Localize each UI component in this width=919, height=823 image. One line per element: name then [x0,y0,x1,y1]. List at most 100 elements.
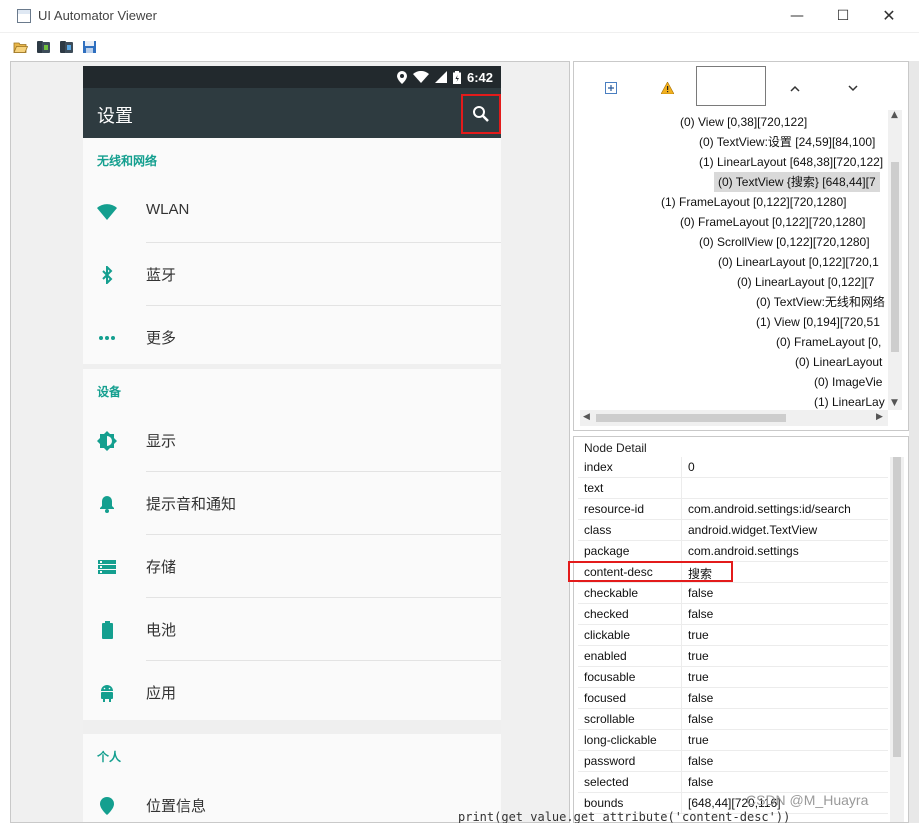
table-row[interactable]: checked false [578,604,888,625]
property-key: package [584,544,630,558]
table-row[interactable]: index 0 [578,457,888,478]
table-row[interactable]: enabled true [578,646,888,667]
settings-item-storage[interactable]: 存储 [83,535,501,598]
item-label: 更多 [146,330,177,347]
tree-vertical-scrollbar[interactable]: ▲ ▼ [888,110,902,410]
tree-node[interactable]: (0) FrameLayout [0,122][720,1280] [680,212,865,232]
tree-node[interactable]: (0) View [0,38][720,122] [680,112,807,132]
property-value: false [688,607,714,621]
settings-item-more[interactable]: 更多 [83,306,501,369]
item-label: 位置信息 [146,798,207,815]
tree-node[interactable]: (0) ImageVie [814,372,882,392]
toggle-nafs-button[interactable] [652,78,682,98]
storage-icon [98,560,116,574]
chevron-up-icon [790,85,800,92]
table-row[interactable]: selected false [578,772,888,793]
hierarchy-tree[interactable]: (0) View [0,38][720,122] (0) TextView:设置… [580,110,890,410]
item-label: 电池 [146,622,177,639]
property-value: true [688,628,709,642]
property-value: com.android.settings:id/search [688,502,851,516]
tree-node[interactable]: (0) FrameLayout [0, [776,332,881,352]
device-screenshot-compressed-icon[interactable] [59,40,74,54]
section-title: 个人 [97,750,122,764]
tree-node[interactable]: (0) LinearLayout [0,122][720,1 [718,252,879,272]
hierarchy-panel: (0) View [0,38][720,122] (0) TextView:设置… [573,61,909,431]
settings-item-apps[interactable]: 应用 [83,661,501,724]
next-match-button[interactable] [838,78,868,98]
bell-icon [100,496,114,513]
device-screenshot-icon[interactable] [36,40,51,54]
table-row[interactable]: long-clickable true [578,730,888,751]
battery-icon [101,621,113,639]
section-wireless: 无线和网络 WLAN 蓝牙 更多 [83,138,501,364]
table-row[interactable]: clickable true [578,625,888,646]
previous-match-button[interactable] [780,78,810,98]
tree-node[interactable]: (1) LinearLay [814,392,885,410]
settings-item-bluetooth[interactable]: 蓝牙 [83,243,501,306]
section-title: 设备 [97,385,122,399]
location-icon [100,797,114,815]
property-key: clickable [584,628,631,642]
tree-node[interactable]: (1) View [0,194][720,51 [756,312,880,332]
content-desc-highlight [568,561,733,582]
signal-status-icon [434,71,447,83]
tree-node[interactable]: (0) TextView:设置 [24,59][84,100] [699,132,875,152]
save-icon[interactable] [82,40,97,54]
node-detail-title: Node Detail [584,441,647,455]
table-row[interactable]: resource-id com.android.settings:id/searc… [578,499,888,520]
table-row[interactable]: package com.android.settings [578,541,888,562]
status-bar: 6:42 [83,66,501,88]
property-key: focused [584,691,627,705]
maximize-button[interactable]: ☐ [820,4,866,28]
item-label: WLAN [146,201,190,218]
property-key: index [584,460,613,474]
open-folder-icon[interactable] [13,40,28,54]
table-row[interactable]: focusable true [578,667,888,688]
tree-node[interactable]: (0) TextView:无线和网络 [756,292,885,312]
android-icon [101,685,113,702]
tree-node[interactable]: (0) ScrollView [0,122][720,1280] [699,232,870,252]
app-title: 设置 [97,106,133,126]
table-row[interactable]: password false [578,751,888,772]
property-key: password [584,754,636,768]
item-label: 提示音和通知 [146,496,237,513]
property-key: checked [584,607,629,621]
tree-horizontal-scrollbar[interactable]: ◀ ▶ [580,410,888,426]
tree-node[interactable]: (0) LinearLayout [795,352,882,372]
screenshot-pane[interactable]: 6:42 设置 无线和网络 WLAN 蓝牙 更多 设备 显示 提示音和通知 存储… [10,61,570,823]
settings-item-battery[interactable]: 电池 [83,598,501,661]
property-value: android.widget.TextView [688,523,818,537]
location-status-icon [396,70,407,84]
section-title: 无线和网络 [97,154,158,168]
table-row[interactable]: text [578,478,888,499]
item-label: 存储 [146,559,177,576]
tree-node[interactable]: (1) LinearLayout [648,38][720,122] [699,152,883,172]
wifi-status-icon [412,71,429,83]
table-row[interactable]: scrollable false [578,709,888,730]
tree-node[interactable]: (1) FrameLayout [0,122][720,1280] [661,192,846,212]
detail-vertical-scrollbar[interactable] [890,457,904,822]
settings-item-sound[interactable]: 提示音和通知 [83,472,501,535]
search-field[interactable] [696,66,766,106]
close-button[interactable]: ✕ [866,4,912,28]
property-key: focusable [584,670,636,684]
property-value: true [688,649,709,663]
settings-item-wlan[interactable]: WLAN [83,180,501,243]
table-row[interactable]: focused false [578,688,888,709]
section-personal: 个人 位置信息 [83,734,501,822]
property-key: checkable [584,586,639,600]
battery-status-icon [452,70,461,84]
tree-node-selected[interactable]: (0) TextView {搜索} [648,44][7 [714,172,880,192]
search-button[interactable] [461,94,501,134]
tree-node[interactable]: (0) LinearLayout [0,122][7 [737,272,874,292]
toolbar [0,33,919,61]
expand-all-button[interactable] [596,78,626,98]
property-key: scrollable [584,712,635,726]
table-row[interactable]: class android.widget.TextView [578,520,888,541]
brightness-icon [97,431,117,451]
device-screen[interactable]: 6:42 设置 无线和网络 WLAN 蓝牙 更多 设备 显示 提示音和通知 存储… [83,66,501,822]
minimize-button[interactable]: — [774,4,820,28]
settings-item-display[interactable]: 显示 [83,409,501,472]
settings-item-location[interactable]: 位置信息 [83,774,501,822]
table-row[interactable]: checkable false [578,583,888,604]
